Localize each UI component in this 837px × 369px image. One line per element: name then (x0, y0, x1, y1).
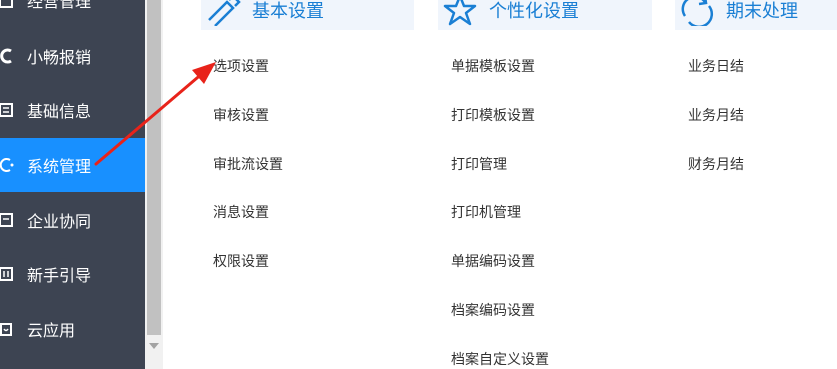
reimbursement-icon (0, 47, 14, 65)
sidebar-item-system-management[interactable]: 系统管理 (0, 138, 145, 192)
sidebar-scrollbar[interactable] (145, 0, 163, 369)
link-audit-settings[interactable]: 审核设置 (213, 107, 269, 125)
sidebar-item-label: 云应用 (27, 321, 76, 340)
group-title: 个性化设置 (489, 1, 579, 22)
sidebar-item-cloud-apps[interactable]: 云应用 (0, 303, 145, 355)
group-title: 基本设置 (252, 1, 324, 22)
guide-icon (0, 265, 14, 283)
collaboration-icon (0, 211, 14, 229)
link-approval-flow-settings[interactable]: 审批流设置 (213, 156, 283, 174)
link-document-template-settings[interactable]: 单据模板设置 (451, 58, 535, 76)
group-header-personalization: 个性化设置 (438, 0, 652, 30)
link-print-management[interactable]: 打印管理 (451, 156, 507, 174)
scroll-down-arrow-icon[interactable] (149, 343, 159, 349)
star-icon (442, 0, 478, 30)
link-monthly-finance-closing[interactable]: 财务月结 (688, 156, 744, 174)
sidebar: 经营管理 小畅报销 基础信息 系统管理 企业协同 新手引导 云应用 (0, 0, 145, 369)
cycle-icon (679, 0, 715, 30)
link-monthly-business-closing[interactable]: 业务月结 (688, 107, 744, 125)
sidebar-item-label: 基础信息 (27, 102, 92, 121)
management-icon (0, 0, 14, 9)
link-daily-closing[interactable]: 业务日结 (688, 58, 744, 76)
link-document-code-settings[interactable]: 单据编码设置 (451, 253, 535, 271)
sidebar-item-label: 经营管理 (27, 0, 92, 11)
settings-panel: 基本设置 个性化设置 期末处理 选项设置 审核设置 审批流设置 消息设置 权限设… (163, 0, 837, 369)
system-icon (0, 156, 14, 174)
link-option-settings[interactable]: 选项设置 (213, 58, 269, 76)
sidebar-item-reimbursement[interactable]: 小畅报销 (0, 30, 145, 82)
group-header-basic-settings: 基本设置 (201, 0, 414, 30)
group-title: 期末处理 (726, 1, 798, 22)
sidebar-item-label: 企业协同 (27, 212, 92, 231)
sidebar-item-business-management[interactable]: 经营管理 (0, 0, 145, 26)
cloud-app-icon (0, 320, 14, 338)
link-archive-custom-settings[interactable]: 档案自定义设置 (451, 351, 549, 369)
link-printer-management[interactable]: 打印机管理 (451, 204, 521, 222)
link-archive-code-settings[interactable]: 档案编码设置 (451, 302, 535, 320)
scrollbar-thumb[interactable] (147, 0, 161, 335)
sidebar-item-enterprise-collaboration[interactable]: 企业协同 (0, 194, 145, 246)
group-header-period-end: 期末处理 (675, 0, 837, 30)
link-message-settings[interactable]: 消息设置 (213, 204, 269, 222)
sidebar-item-basic-info[interactable]: 基础信息 (0, 84, 145, 136)
sidebar-item-label: 系统管理 (27, 157, 92, 176)
sidebar-item-label: 小畅报销 (27, 48, 92, 67)
pencil-ruler-icon (205, 0, 241, 30)
info-icon (0, 101, 14, 119)
sidebar-item-label: 新手引导 (27, 266, 92, 285)
link-print-template-settings[interactable]: 打印模板设置 (451, 107, 535, 125)
link-permission-settings[interactable]: 权限设置 (213, 253, 269, 271)
sidebar-item-beginner-guide[interactable]: 新手引导 (0, 248, 145, 300)
